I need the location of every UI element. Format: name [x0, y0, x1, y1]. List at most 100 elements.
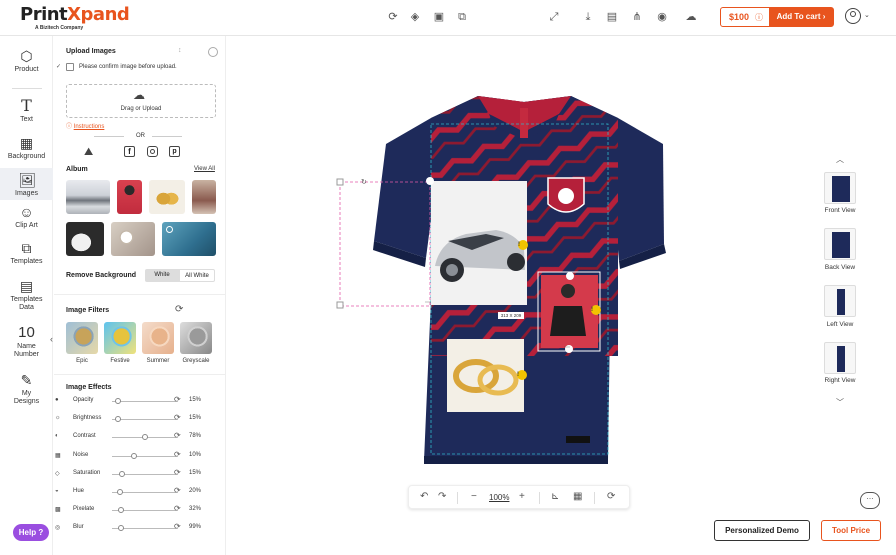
gallery-icon[interactable]: ⛰ [84, 146, 93, 159]
instructions-link[interactable]: ⓘ Instructions [66, 121, 104, 130]
nav-item-text[interactable]: T Text [0, 98, 53, 128]
warning-icon[interactable]: ! [518, 242, 520, 248]
zoom-in-icon[interactable]: + [519, 491, 525, 502]
view-thumb-back[interactable] [824, 228, 856, 260]
effect-row-noise: ▦ Noise ⟳ 10% [54, 450, 226, 466]
effect-slider-knob[interactable] [115, 398, 121, 404]
refresh-icon[interactable]: ⟳ [387, 11, 399, 23]
sort-icon[interactable]: ↕ [178, 47, 182, 54]
album-image-watch[interactable] [111, 222, 155, 256]
reset-effect-icon[interactable]: ⟳ [174, 486, 181, 495]
redo-icon[interactable]: ↷ [438, 491, 446, 502]
rotate-handle-icon[interactable]: ↻ [361, 178, 367, 186]
reset-effect-icon[interactable]: ⟳ [174, 504, 181, 513]
save-icon[interactable]: ▤ [606, 11, 618, 23]
effect-slider-knob[interactable] [118, 507, 124, 514]
add-to-cart-button[interactable]: Add To cart › [769, 8, 833, 26]
nav-item-background[interactable]: ▦ Background [0, 135, 53, 163]
effect-slider[interactable] [112, 507, 176, 514]
warning-icon[interactable]: ! [591, 307, 593, 313]
reset-effect-icon[interactable]: ⟳ [174, 450, 181, 459]
warning-icon[interactable]: ! [517, 372, 519, 378]
instagram-icon[interactable] [147, 146, 158, 157]
help-button[interactable]: Help ? [13, 524, 49, 541]
views-up-chevron-icon[interactable]: ︿ [836, 154, 844, 165]
filter-thumb-epic[interactable] [66, 322, 98, 354]
view-thumb-left[interactable] [824, 285, 856, 317]
facebook-icon[interactable]: f [124, 146, 135, 157]
personalized-demo-button[interactable]: Personalized Demo [714, 520, 810, 541]
download-icon[interactable]: ⤓ [582, 11, 594, 23]
album-image-rings[interactable] [149, 180, 185, 214]
reset-effect-icon[interactable]: ⟳ [174, 395, 181, 404]
remove-all-white-button[interactable]: All White [179, 269, 215, 282]
tool-price-button[interactable]: Tool Price [821, 520, 881, 541]
view-all-link[interactable]: View All [194, 166, 215, 172]
album-image-portrait[interactable] [162, 222, 216, 256]
more-options-icon[interactable]: ⋯ [564, 344, 570, 351]
album-image-car[interactable] [66, 180, 110, 214]
reset-filters-icon[interactable]: ⟳ [175, 304, 183, 315]
cloud-icon[interactable]: ☁ [684, 11, 698, 23]
zoom-out-icon[interactable]: − [471, 491, 477, 502]
select-radio[interactable] [166, 226, 173, 233]
nav-item-my-designs[interactable]: ✎ My Designs [0, 372, 53, 410]
ruler-icon[interactable]: ⊾ [551, 491, 559, 502]
reset-effect-icon[interactable]: ⟳ [174, 413, 181, 422]
filter-thumb-summer[interactable] [142, 322, 174, 354]
pinterest-icon[interactable]: p [169, 146, 180, 157]
info-icon[interactable]: ⓘ [755, 12, 763, 23]
effect-slider[interactable] [112, 416, 176, 423]
zoom-level[interactable]: 100% [489, 493, 509, 502]
effect-slider-knob[interactable] [118, 525, 124, 532]
reset-effect-icon[interactable]: ⟳ [174, 522, 181, 531]
preview-eye-icon[interactable]: ◉ [656, 11, 668, 23]
effect-slider-knob[interactable] [131, 452, 138, 459]
fullscreen-icon[interactable]: ⤢ [548, 11, 560, 23]
effect-slider[interactable] [112, 434, 176, 441]
effect-slider-knob[interactable] [142, 434, 148, 441]
collapse-panel-icon[interactable]: ‹ [50, 334, 53, 344]
effect-row-blur: ◎ Blur ⟳ 99% [54, 522, 226, 538]
user-avatar-icon[interactable] [845, 8, 861, 24]
effect-slider-knob[interactable] [115, 416, 121, 423]
nav-item-name-number[interactable]: 10 Name Number [0, 325, 53, 361]
grid-icon[interactable]: ▦ [573, 491, 582, 502]
effect-slider[interactable] [112, 398, 176, 404]
chevron-down-icon[interactable]: ⌄ [864, 11, 870, 19]
effect-slider[interactable] [112, 470, 176, 477]
filter-thumb-festive[interactable] [104, 322, 136, 354]
reset-effect-icon[interactable]: ⟳ [174, 468, 181, 477]
album-image-fashion[interactable] [192, 180, 216, 214]
album-image-person[interactable] [117, 180, 142, 214]
more-options-icon[interactable]: ⋯ [425, 299, 431, 306]
nav-item-images[interactable]: 🖼 Images [0, 168, 53, 200]
brand-logo[interactable]: PrintXpand [20, 4, 130, 25]
image-box-icon[interactable]: ▣ [433, 11, 445, 23]
effect-slider[interactable] [112, 452, 176, 459]
share-icon[interactable]: ⋔ [631, 11, 643, 23]
nav-item-product[interactable]: ⬡ Product [0, 48, 53, 80]
drag-upload-area[interactable]: ☁ Drag or Upload [66, 84, 216, 118]
effect-slider[interactable] [112, 489, 176, 495]
nav-item-clip-art[interactable]: ☺ Clip Art [0, 204, 53, 232]
view-thumb-front[interactable] [824, 172, 856, 204]
effect-slider-knob[interactable] [119, 470, 126, 477]
nav-item-templates-data[interactable]: ▤ Templates Data [0, 278, 53, 314]
undo-icon[interactable]: ↶ [420, 491, 428, 502]
filter-thumb-greyscale[interactable] [180, 322, 212, 354]
album-image-shoes[interactable] [66, 222, 104, 256]
remove-white-button[interactable]: White [145, 269, 179, 282]
effect-slider[interactable] [112, 525, 176, 532]
effect-slider-knob[interactable] [116, 489, 123, 495]
select-radio[interactable] [208, 47, 218, 57]
reset-effect-icon[interactable]: ⟳ [174, 431, 181, 440]
nav-item-templates[interactable]: ⧉ Templates [0, 240, 53, 270]
copy-icon[interactable]: ⧉ [456, 11, 468, 23]
chat-icon[interactable]: ⋯ [860, 492, 880, 509]
reset-canvas-icon[interactable]: ⟳ [607, 491, 615, 502]
view-thumb-right[interactable] [824, 342, 856, 374]
views-down-chevron-icon[interactable]: ﹀ [836, 397, 844, 408]
confirm-checkbox[interactable] [66, 63, 74, 71]
layers-icon[interactable]: ◈ [409, 11, 421, 23]
